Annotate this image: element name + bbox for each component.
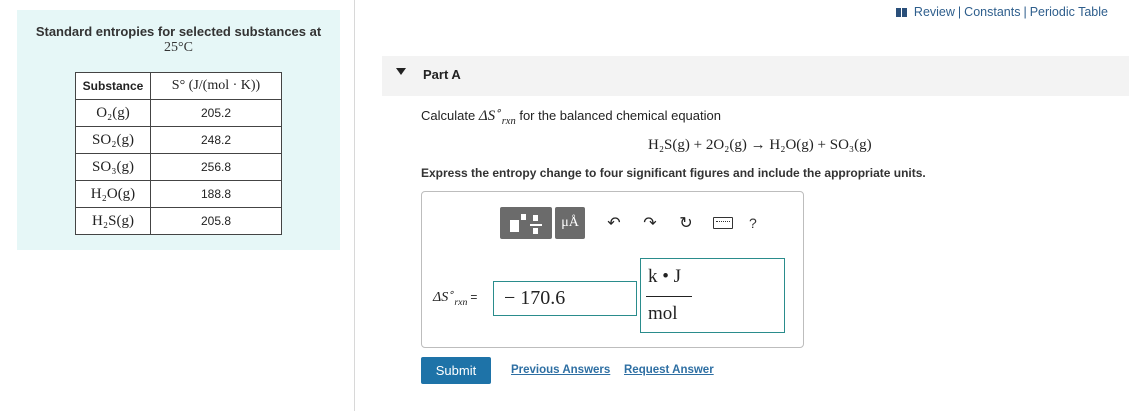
question-prompt: Calculate ΔS∘rxn for the balanced chemic… — [421, 106, 721, 127]
part-header[interactable]: Part A — [382, 56, 1129, 96]
request-answer-link[interactable]: Request Answer — [624, 364, 714, 376]
instruction-text: Express the entropy change to four signi… — [421, 166, 926, 180]
reset-icon[interactable]: ↻ — [679, 213, 693, 233]
table-title: Standard entropies for selected substanc… — [17, 24, 340, 55]
units-button[interactable]: μÅ — [555, 207, 585, 239]
prompt-pre: Calculate — [421, 108, 476, 123]
units-numerator[interactable]: k • J — [648, 266, 681, 288]
top-links: Review | Constants | Periodic Table — [895, 5, 1108, 19]
table-row: SO₂(g) 248.2 — [75, 126, 282, 154]
templates-button[interactable] — [500, 207, 552, 239]
table-title-temperature: 25°C — [164, 40, 193, 55]
redo-icon[interactable]: ↷ — [643, 213, 657, 233]
reference-panel: Standard entropies for selected substanc… — [17, 10, 340, 250]
undo-icon[interactable]: ↶ — [607, 213, 621, 233]
submit-button[interactable]: Submit — [421, 357, 491, 384]
help-icon[interactable]: ? — [749, 215, 757, 231]
book-icon — [895, 7, 908, 17]
substance-cell: O₂(g) — [75, 99, 151, 127]
table-row: SO₃(g) 256.8 — [75, 153, 282, 181]
substance-cell: SO₂(g) — [75, 126, 151, 154]
delta-s-symbol: ΔS∘rxn — [478, 106, 516, 127]
answer-units-input[interactable]: k • J mol — [640, 258, 785, 333]
table-row: H₂S(g) 205.8 — [75, 207, 282, 235]
entropy-cell: 188.8 — [150, 180, 282, 208]
header-substance: Substance — [75, 72, 151, 100]
entropy-cell: 256.8 — [150, 153, 282, 181]
substance-cell: SO₃(g) — [75, 153, 151, 181]
part-title: Part A — [423, 67, 461, 82]
entropy-cell: 248.2 — [150, 126, 282, 154]
panel-divider — [354, 0, 355, 411]
review-link[interactable]: Review — [914, 5, 955, 19]
chemical-equation: H₂S(g) + 2O₂(g) → H₂O(g) + SO₃(g) — [648, 137, 872, 153]
periodic-table-link[interactable]: Periodic Table — [1030, 5, 1108, 19]
units-denominator[interactable]: mol — [648, 303, 678, 325]
constants-link[interactable]: Constants — [964, 5, 1020, 19]
entropy-table: Substance S° (J/(mol · K)) O₂(g) 205.2 S… — [75, 72, 282, 235]
table-title-line1: Standard entropies for selected substanc… — [35, 24, 322, 39]
collapse-caret-icon[interactable] — [396, 68, 406, 75]
previous-answers-link[interactable]: Previous Answers — [511, 364, 610, 376]
substance-cell: H₂S(g) — [75, 207, 151, 235]
table-row: O₂(g) 205.2 — [75, 99, 282, 127]
link-separator: | — [1023, 5, 1027, 19]
prompt-post: for the balanced chemical equation — [519, 108, 721, 123]
link-separator: | — [957, 5, 962, 19]
answer-label: ΔS∘rxn = — [433, 287, 478, 308]
entropy-cell: 205.2 — [150, 99, 282, 127]
table-header-row: Substance S° (J/(mol · K)) — [75, 72, 282, 100]
table-row: H₂O(g) 188.8 — [75, 180, 282, 208]
entropy-cell: 205.8 — [150, 207, 282, 235]
header-entropy: S° (J/(mol · K)) — [150, 72, 282, 100]
keyboard-icon[interactable] — [713, 217, 733, 229]
substance-cell: H₂O(g) — [75, 180, 151, 208]
fraction-bar — [646, 296, 692, 297]
answer-value-input[interactable]: − 170.6 — [493, 281, 637, 316]
math-toolbar: μÅ ↶ ↷ ↻ ? — [500, 207, 757, 239]
